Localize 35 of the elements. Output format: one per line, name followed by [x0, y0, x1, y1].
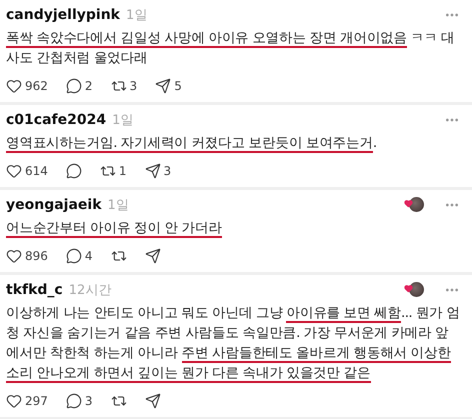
count: 3: [130, 79, 138, 93]
share-icon[interactable]: [155, 78, 172, 94]
count: 614: [25, 164, 48, 178]
count: 896: [25, 249, 48, 263]
share-icon[interactable]: [144, 393, 161, 409]
heart-icon[interactable]: [6, 78, 22, 94]
count: 297: [25, 394, 48, 408]
username[interactable]: c01cafe2024: [6, 112, 106, 128]
count: 3: [164, 164, 172, 178]
count: 1: [118, 164, 127, 178]
count: 5: [174, 79, 182, 93]
post-time: 12시간: [68, 282, 112, 299]
share-icon[interactable]: [144, 163, 161, 179]
comment-icon[interactable]: [66, 163, 82, 179]
count: 3: [84, 394, 93, 408]
post-time: 1일: [126, 7, 148, 24]
heart-icon[interactable]: [6, 393, 22, 409]
comment-icon[interactable]: [66, 393, 82, 409]
username[interactable]: candyjellypink: [6, 7, 120, 23]
share-icon[interactable]: [144, 248, 161, 264]
post-time: 1일: [112, 112, 134, 129]
count: 2: [84, 79, 93, 93]
username[interactable]: tkfkd_c: [6, 282, 63, 298]
count: 962: [25, 79, 48, 93]
post-time: 1일: [108, 197, 129, 214]
comment-text: 이상하게 나는 안티도 아니고 뭐도 아닌데 그냥 아이유를 보면 쎄함... 뭔가 엄청 자신을 숨기는거 같음 주변 사람들도 속일만큼. 가장 무서운게 카메라 앞에서만 착한척 하는게 아니라 주변 사람들한테도 올바르게 행동해서 이상한 소리 안나오게 하면서 깊이는 뭔가 다른 속내가 있을것만 같은: [6, 304, 460, 383]
comment-text: 어느순간부터 아이유 정이 안 가더라: [6, 219, 223, 238]
heart-icon[interactable]: [6, 163, 22, 179]
count: 4: [84, 249, 93, 263]
heart-icon[interactable]: [6, 248, 22, 264]
comment-icon[interactable]: [66, 78, 82, 94]
username[interactable]: yeongajaeik: [6, 197, 102, 213]
comment-text: 영역표시하는거임. 자기세력이 커졌다고 보란듯이 보여주는거.: [6, 134, 378, 153]
comment-icon[interactable]: [66, 248, 82, 264]
comment-text: 폭싹 속았수다에서 김일성 사망에 아이유 오열하는 장면 개어이없음 ㅋㅋ 대사도 간첩처럼 울었다래: [6, 29, 456, 68]
